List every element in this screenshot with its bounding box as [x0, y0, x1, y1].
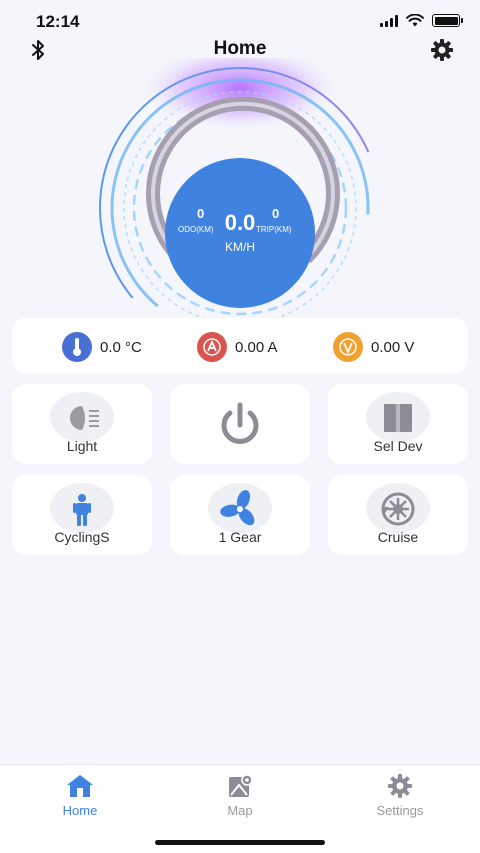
trip-value: 0 — [272, 206, 280, 221]
odo-value: 0 — [197, 206, 205, 221]
cruise-icon — [381, 492, 415, 526]
map-icon — [229, 774, 253, 797]
thermometer-icon — [62, 332, 92, 362]
temperature-metric: 0.0 °C — [62, 332, 142, 362]
gear-level-label: 1 Gear — [218, 529, 262, 545]
current-metric: 0.00 A — [197, 332, 278, 362]
metrics-card: 0.0 °C 0.00 A 0.00 V — [12, 318, 468, 373]
voltage-value: 0.00 V — [371, 338, 415, 356]
tab-settings-label: Settings — [376, 803, 424, 818]
status-time: 12:14 — [36, 12, 80, 31]
status-icons — [380, 14, 463, 27]
cruise-label: Cruise — [377, 529, 419, 545]
battery-icon — [432, 14, 463, 27]
current-value: 0.00 A — [235, 338, 278, 356]
cruise-tile[interactable]: Cruise — [328, 475, 468, 555]
settings-icon — [388, 774, 412, 798]
gear-level-tile[interactable]: 1 Gear — [170, 475, 310, 555]
current-icon — [197, 332, 227, 362]
tab-settings[interactable]: Settings — [340, 773, 460, 818]
light-label: Light — [66, 438, 98, 454]
device-select-icon — [384, 404, 412, 432]
temperature-value: 0.0 °C — [100, 338, 142, 356]
fan-icon — [220, 489, 255, 526]
cycling-mode-label: CyclingS — [54, 529, 110, 545]
select-device-tile[interactable]: Sel Dev — [328, 384, 468, 464]
power-icon — [221, 402, 259, 444]
gear-icon[interactable] — [430, 38, 454, 62]
home-icon — [67, 775, 93, 797]
speed-unit: KM/H — [225, 240, 255, 254]
home-indicator — [155, 840, 325, 845]
cycling-mode-tile[interactable]: CyclingS — [12, 475, 152, 555]
power-tile[interactable] — [170, 384, 310, 464]
cyclist-icon — [73, 494, 91, 526]
odo-label: ODO(KM) — [178, 225, 214, 234]
tab-home-label: Home — [62, 803, 98, 818]
speedometer-gauge: 0.0 KM/H 0 ODO(KM) 0 TRIP(KM) — [80, 43, 400, 349]
tab-map[interactable]: Map — [180, 773, 300, 818]
headlight-icon — [70, 406, 99, 430]
voltage-icon — [333, 332, 363, 362]
page-title: Home — [213, 38, 267, 59]
voltage-metric: 0.00 V — [333, 332, 414, 362]
tab-home[interactable]: Home — [20, 773, 140, 818]
cellular-signal-icon — [380, 14, 398, 27]
tab-map-label: Map — [227, 803, 253, 818]
wifi-icon — [406, 14, 424, 27]
status-bar: 12:14 — [0, 0, 480, 40]
light-tile[interactable]: Light — [12, 384, 152, 464]
trip-label: TRIP(KM) — [256, 225, 292, 234]
select-device-label: Sel Dev — [373, 438, 423, 454]
